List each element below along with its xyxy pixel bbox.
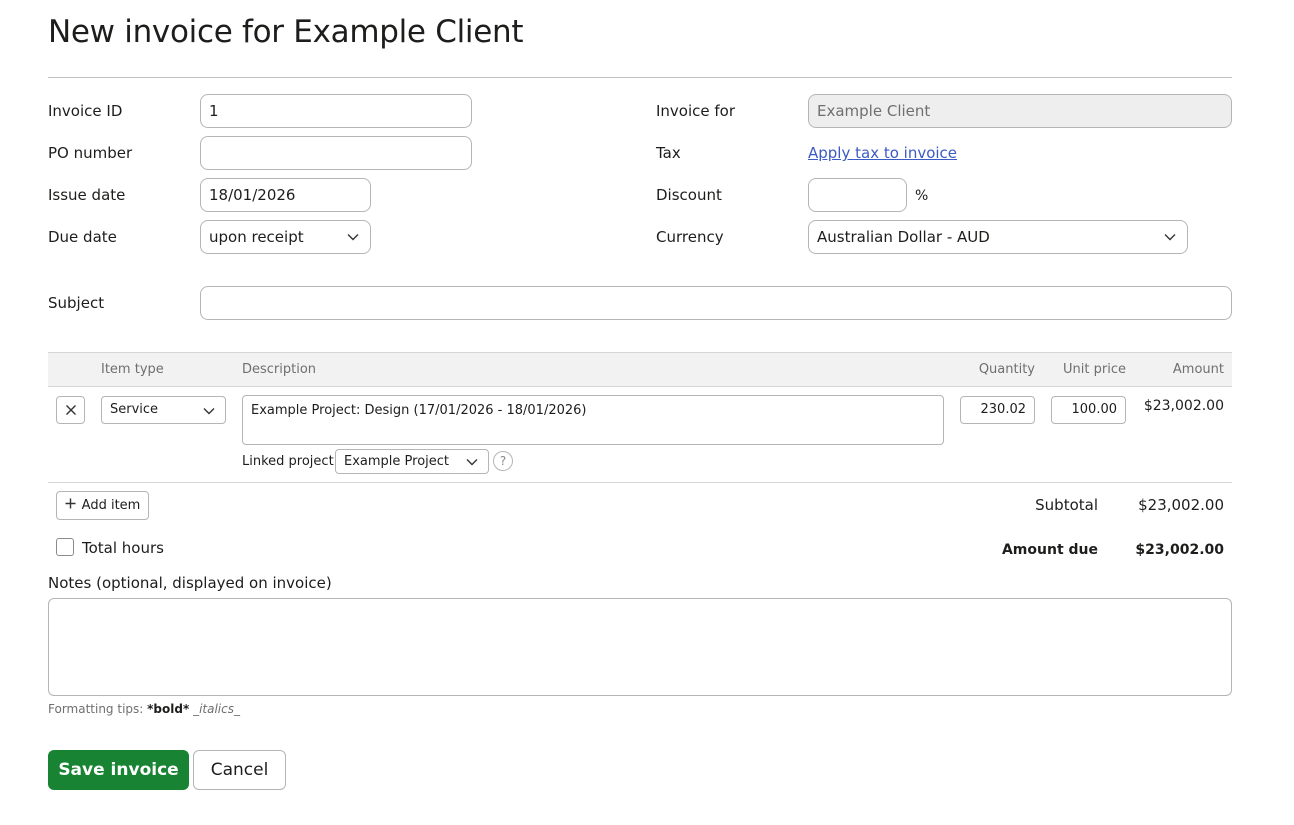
po-number-label: PO number (48, 144, 133, 162)
item-type-value: Service (110, 402, 159, 417)
subject-input[interactable] (200, 286, 1232, 320)
header-amount: Amount (1172, 362, 1224, 377)
divider (48, 482, 1232, 483)
notes-textarea[interactable] (48, 598, 1232, 696)
due-date-select[interactable]: upon receipt (200, 220, 371, 254)
currency-value: Australian Dollar - AUD (817, 228, 990, 246)
item-type-select[interactable]: Service (101, 396, 226, 424)
due-date-label: Due date (48, 228, 117, 246)
cancel-button[interactable]: Cancel (193, 750, 286, 790)
issue-date-input[interactable]: 18/01/2026 (200, 178, 371, 212)
header-description: Description (242, 362, 317, 377)
unit-price-input[interactable]: 100.00 (1051, 396, 1126, 424)
notes-label: Notes (optional, displayed on invoice) (48, 574, 332, 592)
amount-due-label: Amount due (1001, 542, 1098, 558)
total-hours-checkbox[interactable] (56, 538, 74, 556)
subtotal-label: Subtotal (1035, 496, 1098, 514)
due-date-value: upon receipt (209, 228, 304, 246)
description-textarea[interactable]: Example Project: Design (17/01/2026 - 18… (242, 395, 944, 445)
invoice-id-input[interactable]: 1 (200, 94, 472, 128)
question-icon[interactable]: ? (493, 451, 513, 471)
plus-icon (65, 498, 76, 513)
items-table-header: Item type Description Quantity Unit pric… (48, 352, 1232, 387)
discount-percent: % (915, 188, 929, 204)
divider (48, 77, 1232, 78)
header-unit-price: Unit price (1063, 362, 1126, 377)
page-title: New invoice for Example Client (48, 14, 524, 50)
apply-tax-link[interactable]: Apply tax to invoice (808, 143, 957, 163)
discount-input[interactable] (808, 178, 907, 212)
save-invoice-button[interactable]: Save invoice (48, 750, 189, 790)
invoice-for-input: Example Client (808, 94, 1232, 128)
remove-item-button[interactable] (56, 396, 85, 424)
formatting-tips-prefix: Formatting tips: (48, 702, 144, 716)
subtotal-value: $23,002.00 (1138, 496, 1224, 514)
po-number-input[interactable] (200, 136, 472, 170)
currency-label: Currency (656, 228, 724, 246)
header-item-type: Item type (101, 362, 164, 377)
invoice-id-label: Invoice ID (48, 102, 123, 120)
currency-select[interactable]: Australian Dollar - AUD (808, 220, 1188, 254)
total-hours-label: Total hours (82, 539, 164, 557)
formatting-tips-bold: *bold* (147, 702, 190, 716)
chevron-down-icon (203, 407, 215, 415)
chevron-down-icon (1164, 233, 1176, 241)
linked-project-label: Linked project: (242, 454, 339, 469)
item-amount: $23,002.00 (1143, 398, 1224, 414)
formatting-tips-italic: _italics_ (193, 702, 240, 716)
tax-label: Tax (656, 144, 681, 162)
close-icon (65, 401, 77, 420)
linked-project-select[interactable]: Example Project (335, 449, 489, 474)
subject-label: Subject (48, 294, 105, 312)
chevron-down-icon (466, 458, 478, 466)
quantity-input[interactable]: 230.02 (960, 396, 1035, 424)
amount-due-value: $23,002.00 (1135, 542, 1224, 558)
chevron-down-icon (347, 233, 359, 241)
linked-project-value: Example Project (344, 454, 450, 469)
add-item-button[interactable]: Add item (56, 491, 149, 520)
add-item-label: Add item (81, 498, 141, 513)
issue-date-label: Issue date (48, 186, 126, 204)
discount-label: Discount (656, 186, 722, 204)
header-quantity: Quantity (978, 362, 1035, 377)
formatting-tips: Formatting tips: *bold* _italics_ (48, 701, 240, 717)
invoice-for-label: Invoice for (656, 102, 736, 120)
